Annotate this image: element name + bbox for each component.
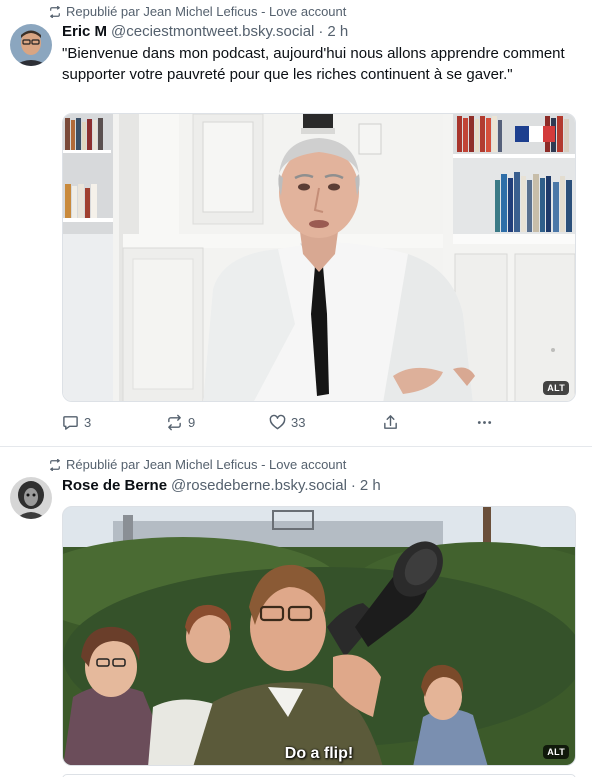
author-name[interactable]: Rose de Berne: [62, 477, 167, 494]
feed-post[interactable]: Républié par Jean Michel Leficus - Love …: [0, 446, 592, 777]
avatar[interactable]: [10, 24, 52, 66]
repost-label: Republié par Jean Michel Leficus - Love …: [66, 4, 347, 19]
repost-icon: [168, 414, 181, 431]
more-button[interactable]: [476, 414, 493, 431]
avatar[interactable]: [10, 477, 52, 519]
share-button[interactable]: [382, 414, 399, 431]
separator: ·: [318, 23, 324, 40]
repost-count: 9: [188, 415, 196, 430]
alt-badge[interactable]: ALT: [543, 745, 569, 759]
post-header: Rose de Berne @rosedeberne.bsky.social ·…: [62, 477, 381, 494]
post-text: "Bienvenue dans mon podcast, aujourd'hui…: [62, 45, 565, 83]
post-video[interactable]: ALT: [62, 113, 576, 402]
reply-icon: [63, 416, 78, 430]
repost-icon: [50, 458, 60, 471]
repost-label: Républié par Jean Michel Leficus - Love …: [66, 457, 347, 472]
reply-count: 3: [84, 415, 92, 430]
feed-post[interactable]: Republié par Jean Michel Leficus - Love …: [0, 0, 592, 446]
gif-caption: Do a flip!: [284, 745, 354, 762]
repost-indicator[interactable]: Republié par Jean Michel Leficus - Love …: [48, 4, 346, 19]
author-handle[interactable]: @rosedeberne.bsky.social: [171, 477, 347, 494]
post-actions: 3 9 33: [62, 414, 502, 434]
author-name[interactable]: Eric M: [62, 23, 107, 40]
separator: ·: [350, 477, 356, 494]
post-gif[interactable]: Do a flip! ALT: [62, 506, 576, 766]
post-time[interactable]: 2 h: [360, 477, 381, 494]
post-header: Eric M @ceciestmontweet.bsky.social · 2 …: [62, 23, 348, 40]
more-icon: [477, 421, 492, 424]
heart-icon: [269, 414, 286, 430]
post-time[interactable]: 2 h: [327, 23, 348, 40]
repost-indicator[interactable]: Républié par Jean Michel Leficus - Love …: [48, 457, 346, 472]
repost-icon: [50, 5, 60, 18]
like-button[interactable]: 33: [269, 414, 305, 431]
repost-button[interactable]: 9: [166, 414, 195, 431]
author-handle[interactable]: @ceciestmontweet.bsky.social: [111, 23, 314, 40]
alt-badge[interactable]: ALT: [543, 381, 569, 395]
like-count: 33: [291, 415, 306, 430]
share-icon: [384, 415, 397, 429]
reply-button[interactable]: 3: [62, 414, 91, 431]
